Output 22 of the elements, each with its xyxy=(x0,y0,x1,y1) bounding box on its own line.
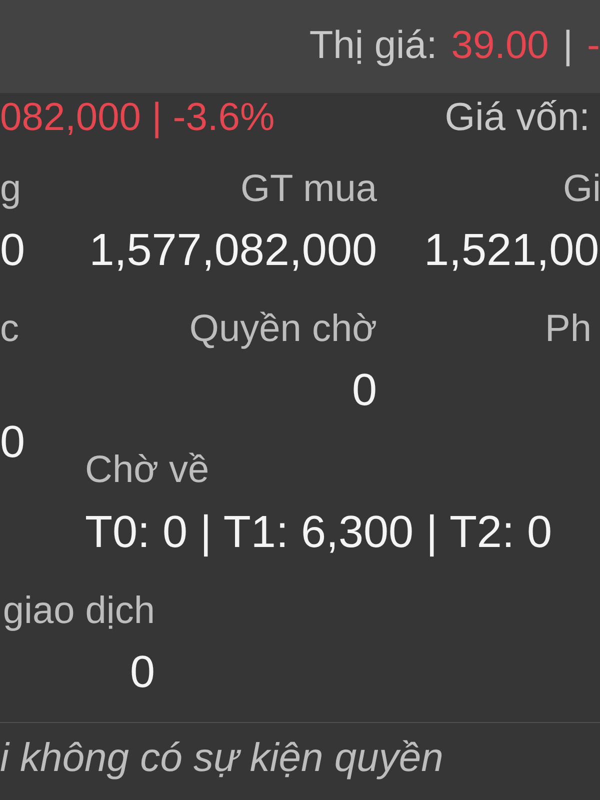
field-label: c xyxy=(0,308,19,352)
price-change: - xyxy=(587,24,600,69)
field-value: 1,577,082,000 xyxy=(89,225,377,275)
field-label: g xyxy=(0,168,22,212)
field-value: 0 xyxy=(352,365,377,415)
market-price-label: Thị giá: xyxy=(309,24,438,69)
cost-price-label: Giá vốn: xyxy=(444,96,590,140)
market-price-value: 39.00 xyxy=(451,24,549,69)
trading-label: giao dịch xyxy=(2,590,155,634)
footer-note: i không có sự kiện quyền xyxy=(0,736,444,780)
field-label: GT mua xyxy=(240,168,377,212)
trading-value: 0 xyxy=(130,647,155,697)
price-separator: | xyxy=(562,24,573,69)
pending-return-label: Chờ về xyxy=(85,449,210,493)
pending-return-value: T0: 0 | T1: 6,300 | T2: 0 xyxy=(85,507,552,557)
field-value: 1,521,00 xyxy=(424,225,600,275)
field-value: 0 xyxy=(0,417,26,467)
profit-loss-value: 082,000 | -3.6% xyxy=(0,96,275,140)
field-label: Gi xyxy=(563,168,600,212)
field-label: Ph xyxy=(545,308,592,352)
field-label: Quyền chờ xyxy=(189,308,377,352)
field-value: 0 xyxy=(0,225,26,275)
